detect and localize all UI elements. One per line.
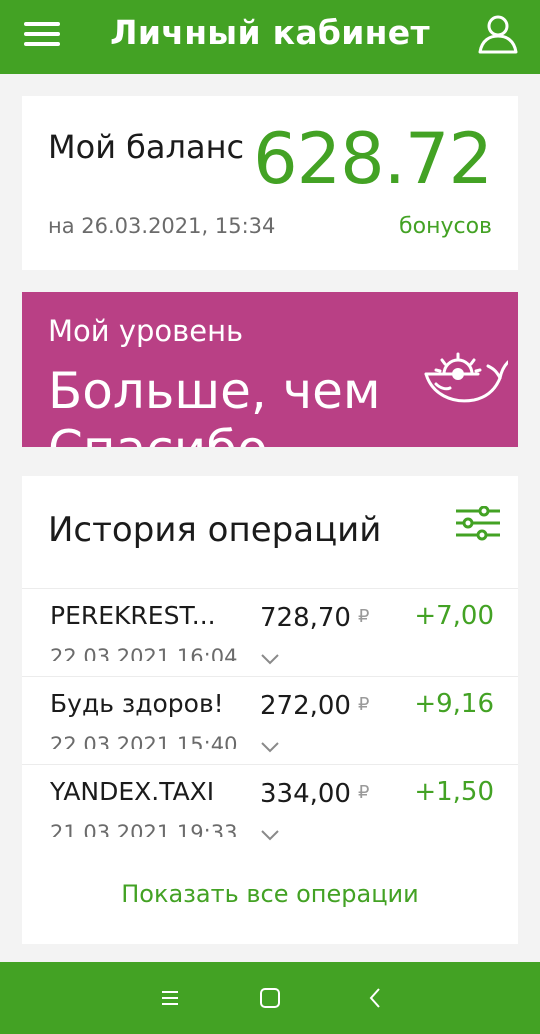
operation-date: 22.03.2021 16:04 (50, 645, 238, 661)
operation-row[interactable]: YANDEX.TAXI 21.03.2021 19:33 334,00 ₽ +1… (22, 764, 518, 852)
balance-date: на 26.03.2021, 15:34 (48, 214, 276, 238)
balance-card: Мой баланс 628.72 на 26.03.2021, 15:34 б… (22, 96, 518, 270)
chevron-down-icon[interactable] (260, 741, 280, 753)
operation-merchant: Будь здоров! (50, 689, 224, 718)
recents-icon[interactable] (156, 984, 184, 1012)
operations-history-card: История операций PEREKREST... 22.03.2021… (22, 476, 518, 944)
whale-icon (424, 352, 508, 403)
filter-sliders-icon[interactable] (454, 506, 502, 542)
chevron-down-icon[interactable] (260, 829, 280, 841)
operation-bonus: +7,00 (414, 601, 494, 631)
balance-unit: бонусов (399, 214, 492, 239)
operation-date: 22.03.2021 15:40 (50, 733, 238, 749)
operation-row[interactable]: PEREKREST... 22.03.2021 16:04 728,70 ₽ +… (22, 588, 518, 676)
operation-merchant: PEREKREST... (50, 601, 216, 630)
top-app-bar: Личный кабинет (0, 0, 540, 74)
operation-row[interactable]: Будь здоров! 22.03.2021 15:40 272,00 ₽ +… (22, 676, 518, 764)
operation-amount: 728,70 (260, 603, 351, 633)
page-title: Личный кабинет (110, 13, 430, 52)
operation-amount: 272,00 (260, 691, 351, 721)
operation-amount: 334,00 (260, 779, 351, 809)
currency-sign: ₽ (358, 782, 370, 803)
operation-merchant: YANDEX.TAXI (50, 777, 215, 806)
level-label: Мой уровень (48, 314, 244, 348)
chevron-down-icon[interactable] (260, 653, 280, 665)
currency-sign: ₽ (358, 606, 370, 627)
home-icon[interactable] (256, 984, 284, 1012)
operation-date: 21.03.2021 19:33 (50, 821, 238, 837)
balance-label: Мой баланс (48, 128, 245, 166)
level-name: Больше, чем Спасибо (48, 362, 381, 447)
operation-bonus: +1,50 (414, 777, 494, 807)
balance-value: 628.72 (253, 118, 493, 200)
history-title: История операций (48, 510, 382, 550)
operation-bonus: +9,16 (414, 689, 494, 719)
back-icon[interactable] (362, 984, 390, 1012)
show-all-operations-link[interactable]: Показать все операции (22, 880, 518, 908)
currency-sign: ₽ (358, 694, 370, 715)
user-profile-icon[interactable] (476, 12, 520, 56)
level-card[interactable]: Мой уровень Больше, чем Спасибо (22, 292, 518, 447)
system-navigation-bar (0, 962, 540, 1034)
